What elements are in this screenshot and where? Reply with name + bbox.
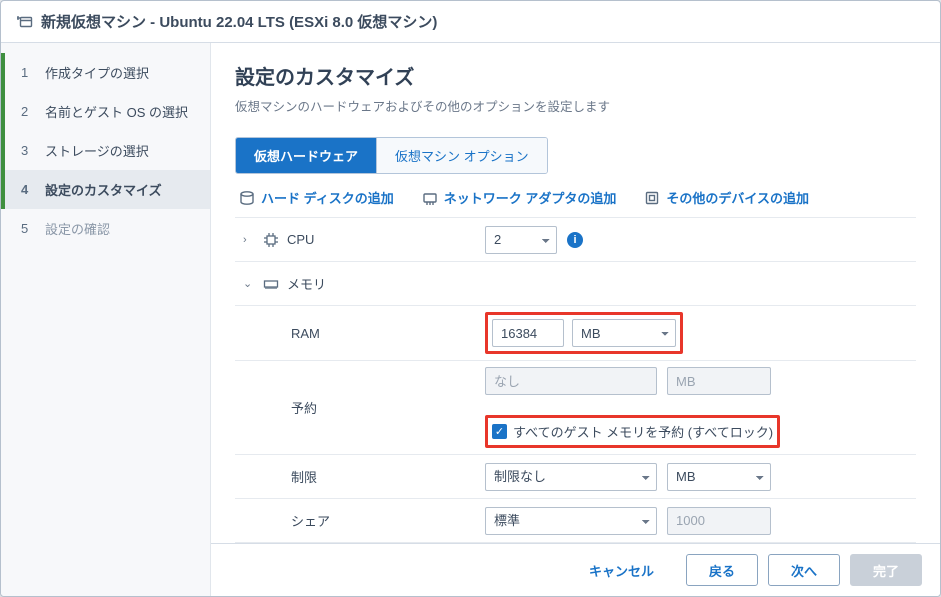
collapse-memory-toggle[interactable]: ⌄ <box>243 277 255 290</box>
info-icon[interactable]: i <box>567 232 583 248</box>
content-header: 設定のカスタマイズ 仮想マシンのハードウェアおよびその他のオプションを設定します <box>211 43 940 125</box>
hard-disk-icon <box>239 189 255 206</box>
wizard-step-confirm[interactable]: 5 設定の確認 <box>1 209 210 248</box>
cancel-button[interactable]: キャンセル <box>567 554 676 586</box>
shares-row: シェア 標準 1000 <box>235 498 916 542</box>
memory-icon <box>263 275 279 292</box>
page-title: 設定のカスタマイズ <box>235 61 916 90</box>
add-network-adapter-button[interactable]: ネットワーク アダプタの追加 <box>422 188 617 207</box>
wizard-nav: 1 作成タイプの選択 2 名前とゲスト OS の選択 3 ストレージの選択 4 … <box>1 43 211 596</box>
ram-highlight: MB <box>485 312 683 354</box>
add-other-device-button[interactable]: その他のデバイスの追加 <box>644 188 809 207</box>
limit-label: 制限 <box>291 467 317 486</box>
wizard-step-label: 作成タイプの選択 <box>45 63 149 82</box>
memory-row: ⌄ メモリ <box>235 261 916 305</box>
wizard-step-label: ストレージの選択 <box>45 141 149 160</box>
reserve-all-highlight: ✓ すべてのゲスト メモリを予約 (すべてロック) <box>485 415 780 448</box>
reserve-all-label: すべてのゲスト メモリを予約 (すべてロック) <box>513 422 773 441</box>
ram-row: RAM MB <box>235 305 916 360</box>
limit-unit-select[interactable]: MB <box>667 463 771 491</box>
expand-cpu-toggle[interactable]: › <box>243 234 255 246</box>
wizard-step-label: 設定のカスタマイズ <box>45 180 162 199</box>
ram-unit-select[interactable]: MB <box>572 319 676 347</box>
ram-input[interactable] <box>492 319 564 347</box>
shares-value-select[interactable]: 1000 <box>667 507 771 535</box>
wizard-step-name-os[interactable]: 2 名前とゲスト OS の選択 <box>1 92 210 131</box>
content-pane: 設定のカスタマイズ 仮想マシンのハードウェアおよびその他のオプションを設定します… <box>211 43 940 596</box>
cpu-count-select[interactable]: 2 <box>485 226 557 254</box>
wizard-step-storage[interactable]: 3 ストレージの選択 <box>1 131 210 170</box>
wizard-step-create-type[interactable]: 1 作成タイプの選択 <box>1 53 210 92</box>
other-device-icon <box>644 189 660 206</box>
cpu-icon <box>263 231 279 248</box>
dialog-body: 1 作成タイプの選択 2 名前とゲスト OS の選択 3 ストレージの選択 4 … <box>1 43 940 596</box>
reservation-label: 予約 <box>291 398 317 417</box>
dialog-title: 新規仮想マシン - Ubuntu 22.04 LTS (ESXi 8.0 仮想マ… <box>41 11 437 32</box>
tab-virtual-hardware[interactable]: 仮想ハードウェア <box>236 138 377 173</box>
back-button[interactable]: 戻る <box>686 554 758 586</box>
memory-label: メモリ <box>287 274 326 293</box>
dialog-header: 新規仮想マシン - Ubuntu 22.04 LTS (ESXi 8.0 仮想マ… <box>1 1 940 43</box>
limit-row: 制限 制限なし MB <box>235 454 916 498</box>
reserve-all-checkbox[interactable]: ✓ <box>492 424 507 439</box>
hardware-form: › CPU 2 i ⌄ <box>211 217 940 543</box>
limit-value-select[interactable]: 制限なし <box>485 463 657 491</box>
shares-level-select[interactable]: 標準 <box>485 507 657 535</box>
cpu-label: CPU <box>287 232 314 247</box>
dialog-footer: キャンセル 戻る 次へ 完了 <box>211 543 940 596</box>
wizard-step-label: 設定の確認 <box>45 219 110 238</box>
add-device-toolbar: ハード ディスクの追加 ネットワーク アダプタの追加 その他のデバイスの追加 <box>211 174 940 217</box>
network-adapter-icon <box>422 189 438 206</box>
tab-vm-options[interactable]: 仮想マシン オプション <box>377 138 547 173</box>
vm-add-icon <box>17 14 33 30</box>
ram-label: RAM <box>291 326 320 341</box>
wizard-step-customize[interactable]: 4 設定のカスタマイズ <box>1 170 210 209</box>
add-hard-disk-button[interactable]: ハード ディスクの追加 <box>239 188 394 207</box>
reservation-unit-select[interactable]: MB <box>667 367 771 395</box>
page-subtitle: 仮想マシンのハードウェアおよびその他のオプションを設定します <box>235 96 916 115</box>
reservation-value-select[interactable]: なし <box>485 367 657 395</box>
finish-button: 完了 <box>850 554 922 586</box>
shares-label: シェア <box>291 511 330 530</box>
new-vm-dialog: 新規仮想マシン - Ubuntu 22.04 LTS (ESXi 8.0 仮想マ… <box>0 0 941 597</box>
next-button[interactable]: 次へ <box>768 554 840 586</box>
reservation-row: 予約 なし MB ✓ すべてのゲスト メモリを予約 (すべてロック) <box>235 360 916 454</box>
cpu-row: › CPU 2 i <box>235 217 916 261</box>
tab-bar: 仮想ハードウェア 仮想マシン オプション <box>235 137 548 174</box>
wizard-step-label: 名前とゲスト OS の選択 <box>45 102 188 121</box>
